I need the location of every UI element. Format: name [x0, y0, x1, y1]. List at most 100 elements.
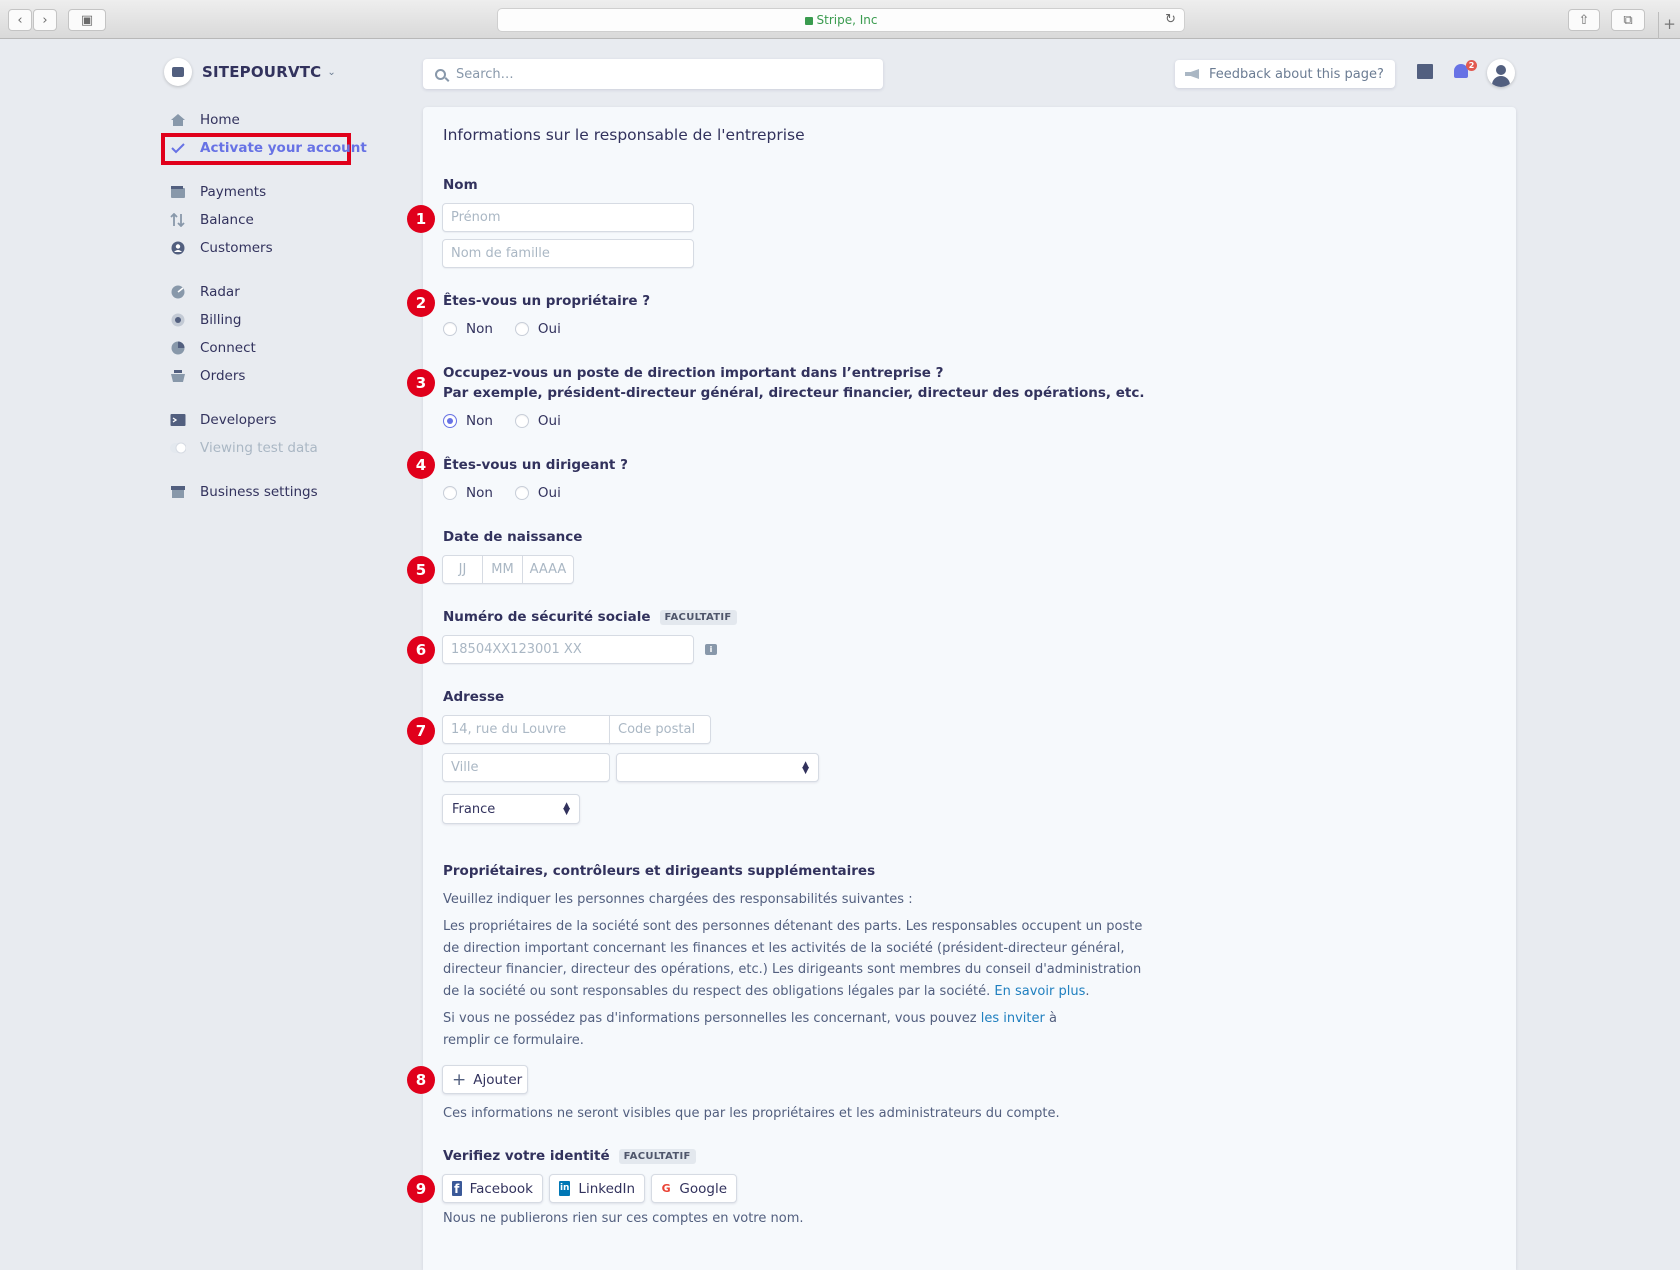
tabs-overview-icon[interactable]: ⧉ — [1611, 9, 1645, 31]
orders-icon — [170, 369, 186, 383]
invite-paragraph: Si vous ne possédez pas d'informations p… — [443, 1008, 1083, 1051]
annotation-marker-7: 7 — [407, 717, 435, 745]
share-icon[interactable]: ⇧ — [1568, 9, 1600, 31]
sidebar-item-home[interactable]: Home — [170, 110, 240, 130]
linkedin-button[interactable]: in LinkedIn — [549, 1174, 645, 1203]
dob-year-input[interactable] — [523, 556, 573, 583]
dob-month-input[interactable] — [483, 556, 523, 583]
first-name-field[interactable] — [442, 203, 694, 232]
radio-label-oui: Oui — [537, 413, 561, 429]
terminal-icon — [170, 413, 186, 427]
add-person-button[interactable]: + Ajouter — [442, 1065, 528, 1094]
sidebar-item-label: Orders — [200, 368, 246, 384]
account-switcher[interactable]: SITEPOURVTC ⌄ — [164, 58, 336, 86]
optional-badge: FACULTATIF — [618, 1149, 696, 1164]
region-select[interactable]: ▲ ▼ — [616, 753, 819, 782]
additional-owners-body: Les propriétaires de la société sont des… — [443, 919, 1143, 999]
sidebar-item-label: Balance — [200, 212, 254, 228]
customers-icon — [170, 241, 186, 255]
google-label: Google — [679, 1180, 727, 1197]
executive-oui-radio[interactable] — [514, 414, 529, 428]
home-icon — [170, 113, 186, 127]
sidebar-item-radar[interactable]: Radar — [170, 282, 240, 302]
info-icon[interactable]: i — [705, 644, 717, 655]
director-non-radio[interactable] — [443, 486, 457, 500]
owner-radio-group: Non Oui — [443, 321, 583, 337]
last-name-input[interactable] — [451, 246, 693, 261]
annotation-marker-5: 5 — [407, 556, 435, 584]
megaphone-icon — [1185, 69, 1199, 79]
radio-label-oui: Oui — [537, 321, 561, 337]
sidebar-item-orders[interactable]: Orders — [170, 366, 245, 386]
visibility-note: Ces informations ne seront visibles que … — [443, 1106, 1060, 1121]
sidebar-item-label: Customers — [200, 240, 273, 256]
optional-badge: FACULTATIF — [659, 610, 737, 625]
account-name: SITEPOURVTC — [202, 63, 322, 81]
lock-icon — [804, 17, 813, 25]
radio-label-non: Non — [466, 413, 493, 429]
publish-note: Nous ne publierons rien sur ces comptes … — [443, 1211, 804, 1226]
dob-label: Date de naissance — [443, 529, 583, 545]
form-panel — [423, 107, 1516, 1270]
verify-identity-label: Verifiez votre identité FACULTATIF — [443, 1148, 696, 1164]
user-avatar-icon[interactable] — [1487, 59, 1515, 87]
reload-icon[interactable]: ↻ — [1165, 12, 1176, 27]
city-input[interactable] — [451, 760, 609, 775]
sidebar-item-label: Billing — [200, 312, 242, 328]
ssn-field[interactable] — [442, 635, 694, 664]
owner-oui-radio[interactable] — [514, 322, 529, 336]
billing-icon — [170, 313, 186, 327]
postal-code-field[interactable] — [609, 715, 711, 744]
first-name-input[interactable] — [451, 210, 693, 225]
country-select[interactable]: France ▲ ▼ — [442, 794, 580, 824]
plus-icon: + — [452, 1069, 467, 1090]
sidebar-item-label: Business settings — [200, 484, 318, 500]
account-logo-icon — [164, 58, 192, 86]
linkedin-icon: in — [559, 1181, 571, 1196]
forward-icon[interactable]: › — [33, 9, 57, 31]
last-name-field[interactable] — [442, 239, 694, 268]
radio-label-oui: Oui — [537, 485, 561, 501]
city-field[interactable] — [442, 753, 610, 782]
learn-more-link[interactable]: En savoir plus — [994, 984, 1085, 999]
invite-link[interactable]: les inviter — [981, 1011, 1045, 1026]
owner-question: Êtes-vous un propriétaire ? — [443, 293, 651, 309]
additional-owners-intro: Veuillez indiquer les personnes chargées… — [443, 892, 913, 907]
sidebar-item-label: Home — [200, 112, 240, 128]
address-bar[interactable]: Stripe, Inc ↻ — [497, 8, 1185, 32]
annotation-marker-3: 3 — [407, 369, 435, 397]
director-oui-radio[interactable] — [514, 486, 529, 500]
postal-code-input[interactable] — [618, 722, 710, 737]
docs-book-icon[interactable] — [1417, 64, 1433, 79]
notification-badge: 2 — [1466, 60, 1477, 71]
address-label: Adresse — [443, 689, 505, 705]
new-tab-button[interactable]: + — [1658, 12, 1680, 39]
annotation-marker-4: 4 — [407, 451, 435, 479]
sidebar-item-business-settings[interactable]: Business settings — [170, 482, 318, 502]
sidebar-item-label: Radar — [200, 284, 240, 300]
sidebar-item-connect[interactable]: Connect — [170, 338, 256, 358]
search-input[interactable] — [456, 66, 856, 82]
street-field[interactable] — [442, 715, 610, 744]
google-button[interactable]: G Google — [651, 1174, 737, 1203]
sidebar-item-payments[interactable]: Payments — [170, 182, 266, 202]
executive-non-radio[interactable] — [443, 414, 457, 428]
store-icon — [170, 485, 186, 499]
sidebar-item-activate-account[interactable]: Activate your account — [170, 138, 367, 158]
feedback-button[interactable]: Feedback about this page? — [1175, 60, 1395, 88]
facebook-button[interactable]: f Facebook — [442, 1174, 543, 1203]
street-input[interactable] — [451, 722, 609, 737]
dob-day-input[interactable] — [443, 556, 483, 583]
sidebar-item-billing[interactable]: Billing — [170, 310, 241, 330]
sidebar-item-developers[interactable]: Developers — [170, 410, 276, 430]
sidebar-toggle-icon[interactable]: ▣ — [68, 9, 106, 31]
search-bar[interactable] — [423, 59, 883, 89]
ssn-label-text: Numéro de sécurité sociale — [443, 609, 651, 625]
back-icon[interactable]: ‹ — [8, 9, 32, 31]
owner-non-radio[interactable] — [443, 322, 457, 336]
sidebar-item-balance[interactable]: Balance — [170, 210, 254, 230]
ssn-input[interactable] — [451, 642, 693, 657]
sidebar-item-customers[interactable]: Customers — [170, 238, 273, 258]
annotation-marker-1: 1 — [407, 205, 435, 233]
test-data-toggle[interactable]: Viewing test data — [170, 438, 318, 458]
